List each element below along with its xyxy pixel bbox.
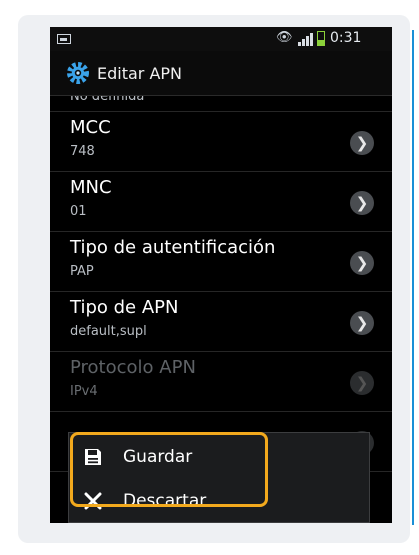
setting-row-apn-protocol: Protocolo APN IPv4 ❯	[50, 352, 392, 412]
setting-label: Protocolo APN	[70, 357, 196, 378]
setting-row-mnc[interactable]: MNC 01 ❯	[50, 172, 392, 232]
battery-icon	[317, 31, 325, 46]
setting-row-mcc[interactable]: MCC 748 ❯	[50, 112, 392, 172]
setting-row-apn-type[interactable]: Tipo de APN default,supl ❯	[50, 292, 392, 352]
setting-label: MCC	[70, 117, 111, 138]
image-icon	[57, 34, 71, 44]
chevron-right-icon: ❯	[350, 251, 374, 275]
setting-row-partial[interactable]: No definida	[50, 96, 392, 112]
setting-value: PAP	[70, 264, 94, 279]
status-bar: 👁 0:31	[50, 27, 392, 51]
setting-label: Tipo de APN	[70, 297, 179, 318]
setting-value: default,supl	[70, 324, 147, 339]
signal-icon	[298, 33, 314, 46]
chevron-right-icon: ❯	[350, 311, 374, 335]
chevron-right-icon: ❯	[350, 191, 374, 215]
card-edge-accent	[412, 30, 414, 525]
page-title: Editar APN	[97, 64, 183, 83]
status-time: 0:31	[330, 30, 362, 46]
setting-value: 01	[70, 204, 87, 219]
gear-icon	[67, 62, 89, 84]
setting-value: IPv4	[70, 384, 98, 399]
chevron-right-icon: ❯	[350, 371, 374, 395]
setting-row-auth-type[interactable]: Tipo de autentificación PAP ❯	[50, 232, 392, 292]
setting-label: Tipo de autentificación	[70, 237, 276, 258]
app-bar: Editar APN	[50, 51, 392, 96]
eye-icon: 👁	[276, 30, 293, 45]
highlight-annotation	[70, 432, 268, 507]
chevron-right-icon: ❯	[350, 131, 374, 155]
setting-value: No definida	[70, 96, 145, 104]
setting-label: MNC	[70, 177, 112, 198]
setting-value: 748	[70, 144, 95, 159]
